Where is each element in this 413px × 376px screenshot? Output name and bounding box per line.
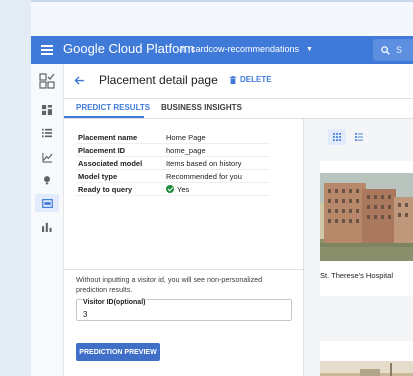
trash-icon: [229, 75, 237, 84]
top-app-bar: Google Cloud Platform ⁂ cardcow-recommen…: [31, 36, 413, 64]
prediction-preview-button[interactable]: PREDICTION PREVIEW: [76, 343, 160, 361]
table-row: Placement name Home Page: [76, 131, 270, 144]
results-panel: St. Therese's Hospital: [304, 119, 413, 376]
check-circle-icon: [166, 184, 174, 193]
recommendations-ai-icon[interactable]: [39, 73, 55, 89]
result-card[interactable]: [320, 341, 413, 376]
catalog-list-icon[interactable]: [41, 127, 53, 139]
section-divider: [64, 269, 303, 270]
delete-button[interactable]: DELETE: [229, 75, 272, 84]
project-hierarchy-icon: ⁂: [179, 44, 187, 54]
table-row: Ready to query Yes: [76, 182, 270, 196]
detail-key: Model type: [76, 169, 164, 183]
back-arrow-icon[interactable]: [74, 75, 85, 88]
result-caption: St. Therese's Hospital: [320, 271, 393, 280]
active-tab-indicator: [64, 116, 144, 118]
platform-brand[interactable]: Google Cloud Platform: [63, 41, 195, 56]
chevron-down-icon: ▼: [306, 45, 313, 53]
detail-value: Items based on history: [164, 156, 270, 170]
models-bulb-icon[interactable]: [41, 174, 53, 186]
table-row: Model type Recommended for you: [76, 169, 270, 183]
table-row: Placement ID home_page: [76, 143, 270, 157]
console-window: Google Cloud Platform ⁂ cardcow-recommen…: [31, 36, 413, 376]
outer-frame-top: [0, 0, 413, 36]
tab-predict-results[interactable]: PREDICT RESULTS: [76, 103, 150, 112]
events-chart-icon[interactable]: [41, 151, 53, 163]
list-view-icon[interactable]: [352, 129, 366, 145]
detail-key: Placement ID: [76, 143, 164, 157]
visitor-id-field[interactable]: Visitor ID(optional): [76, 299, 292, 321]
visitor-id-input[interactable]: [83, 310, 283, 319]
search-placeholder: S: [396, 45, 403, 55]
result-card[interactable]: St. Therese's Hospital: [320, 161, 413, 296]
detail-key: Associated model: [76, 156, 164, 170]
search-box[interactable]: S: [373, 39, 413, 61]
hospital-postcard-image: [320, 173, 413, 261]
tab-business-insights[interactable]: BUSINESS INSIGHTS: [161, 103, 242, 112]
search-icon: [381, 45, 390, 55]
table-row: Associated model Items based on history: [76, 156, 270, 170]
product-nav-rail: [31, 64, 64, 376]
placement-details-table: Placement name Home Page Placement ID ho…: [76, 131, 270, 196]
project-selector[interactable]: ⁂ cardcow-recommendations ▼: [179, 44, 313, 54]
ready-status: Yes: [177, 184, 190, 194]
dashboard-icon[interactable]: [41, 104, 53, 116]
tab-bar: PREDICT RESULTS BUSINESS INSIGHTS: [64, 98, 413, 119]
grid-view-icon[interactable]: [328, 129, 346, 145]
monitoring-bar-icon[interactable]: [41, 221, 53, 233]
detail-value: Home Page: [164, 131, 270, 144]
detail-key: Placement name: [76, 131, 164, 144]
page-title: Placement detail page: [99, 73, 218, 87]
prediction-hint: Without inputting a visitor id, you will…: [76, 275, 263, 294]
detail-value: Yes: [164, 182, 270, 196]
menu-icon[interactable]: [41, 43, 53, 57]
outer-frame-left: [0, 0, 31, 376]
detail-key: Ready to query: [76, 182, 164, 196]
predict-panel: Placement name Home Page Placement ID ho…: [64, 119, 304, 376]
project-name: cardcow-recommendations: [191, 44, 300, 54]
page-header: Placement detail page DELETE: [64, 64, 413, 99]
visitor-id-label: Visitor ID(optional): [82, 299, 147, 306]
detail-value: Recommended for you: [164, 169, 270, 183]
placements-icon[interactable]: [35, 194, 59, 212]
detail-value: home_page: [164, 143, 270, 157]
postcard-image: [320, 361, 413, 376]
outer-frame-line: [31, 0, 413, 2]
delete-label: DELETE: [240, 75, 272, 84]
